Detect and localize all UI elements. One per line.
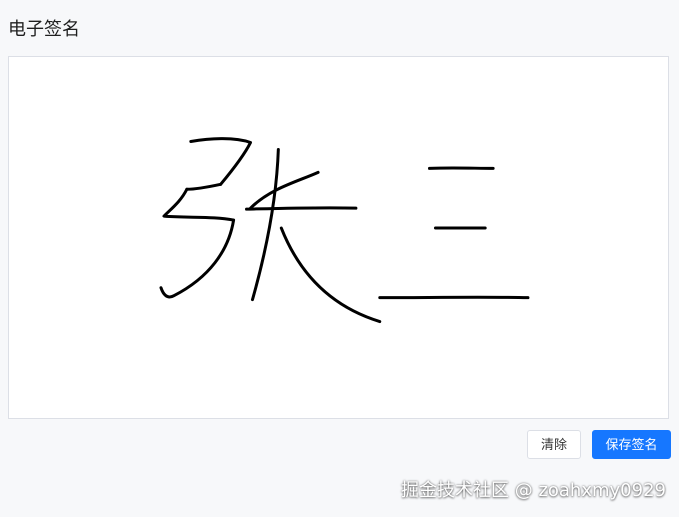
signature-stroke: [189, 137, 252, 186]
clear-button[interactable]: 清除: [527, 430, 581, 459]
signature-stroke: [250, 147, 280, 302]
signature-stroke: [245, 206, 358, 211]
signature-stroke: [185, 182, 223, 191]
signature-strokes: [159, 137, 530, 324]
signature-stroke: [248, 170, 320, 210]
signature-stroke: [159, 218, 236, 299]
signature-canvas[interactable]: [8, 56, 669, 419]
watermark: 掘金技术社区 @ zoahxmy0929: [401, 480, 666, 501]
save-signature-button[interactable]: 保存签名: [592, 430, 671, 459]
signature-stroke: [279, 226, 382, 324]
page-title: 电子签名: [8, 19, 80, 40]
signature-stroke: [162, 187, 236, 222]
